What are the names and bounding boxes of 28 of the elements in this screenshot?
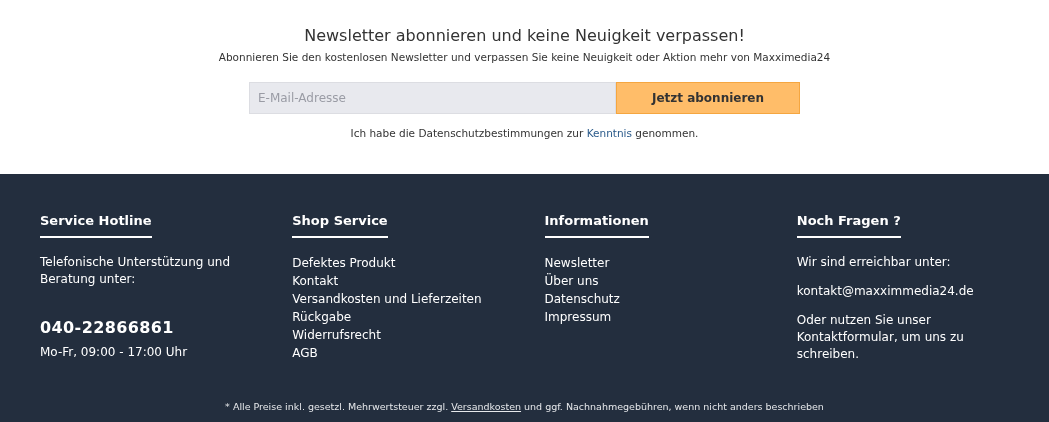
- footer-link[interactable]: Impressum: [544, 307, 612, 326]
- info-text: Oder nutzen Sie unser Kontaktformular, um uns zu schreiben.: [796, 311, 965, 363]
- privacy-note: Ich habe die Datenschutzbestimmungen zur Kenntnis genommen.: [350, 125, 699, 141]
- info-text: Wir sind erreichbar unter:: [796, 253, 952, 271]
- email-field[interactable]: E-Mail-Adresse: [249, 81, 616, 114]
- footer-link[interactable]: Rückgabe: [292, 307, 352, 326]
- footer-link[interactable]: Versandkosten und Lieferzeiten: [292, 289, 482, 308]
- footer-link[interactable]: Widerrufsrecht: [292, 325, 381, 344]
- privacy-link[interactable]: Kenntnis: [586, 126, 632, 139]
- email-link[interactable]: kontakt@maxximmedia24.de: [796, 282, 974, 300]
- phone-number: 040-22866861: [40, 316, 175, 339]
- footer-link[interactable]: AGB: [292, 343, 318, 362]
- info-text: Telefonische Unterstützung und Beratung unter:: [40, 253, 231, 288]
- opening-hours: Mo-Fr, 09:00 - 17:00 Uhr: [40, 343, 189, 361]
- price-note: * Alle Preise inkl. gesetzl. Mehrwertsteuer zzgl. Versandkosten und ggf. Nachnahmegebühren, wenn nicht anders beschrieben: [224, 399, 825, 414]
- column-title: Noch Fragen ?: [796, 211, 901, 238]
- footer-link[interactable]: Über uns: [544, 271, 599, 290]
- column-title: Shop Service: [292, 211, 388, 238]
- footer-link[interactable]: Defektes Produkt: [292, 253, 396, 272]
- column-title: Informationen: [544, 211, 649, 238]
- footer-link[interactable]: Newsletter: [544, 253, 610, 272]
- newsletter-subtitle: Abonnieren Sie den kostenlosen Newsletter und verpassen Sie keine Neuigkeit oder Aktion mehr von Maxximedia24: [218, 50, 831, 65]
- shipping-link[interactable]: Versandkosten: [451, 400, 522, 412]
- newsletter-title: Newsletter abonnieren und keine Neuigkeit verpassen!: [304, 25, 745, 47]
- subscribe-button[interactable]: Jetzt abonnieren: [616, 81, 800, 114]
- footer-link[interactable]: Kontakt: [292, 271, 339, 290]
- footer-link[interactable]: Datenschutz: [544, 289, 620, 308]
- column-title: Service Hotline: [40, 211, 152, 238]
